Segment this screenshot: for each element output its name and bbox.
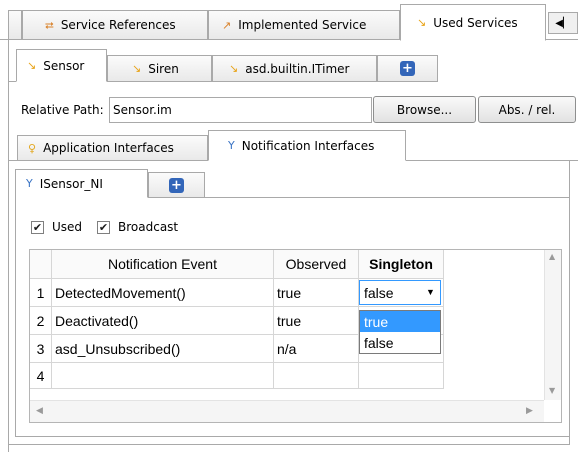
row-number: 4 <box>30 363 52 389</box>
table-cell-event[interactable]: asd_Unsubscribed() <box>52 335 274 363</box>
table-cell-singleton[interactable] <box>359 363 444 389</box>
dropdown-option-false[interactable]: false <box>360 332 440 353</box>
browse-button[interactable]: Browse... <box>373 96 476 123</box>
relative-path-field[interactable]: Sensor.im <box>109 97 372 123</box>
scroll-left-icon[interactable]: ◀ <box>36 406 43 416</box>
used-services-icon: ↘ <box>417 16 427 29</box>
table-cell-observed[interactable]: true <box>274 279 359 307</box>
tab-label: asd.builtin.ITimer <box>245 61 350 76</box>
relative-path-value: Sensor.im <box>113 103 172 117</box>
tab-label: Notification Interfaces <box>241 138 375 153</box>
tab-asd-builtin-itimer[interactable]: ↘ asd.builtin.ITimer <box>212 55 377 82</box>
notification-event-table: Notification Event Observed Singleton 1 … <box>29 249 562 423</box>
row-number-header <box>30 250 52 279</box>
tab-label: Siren <box>148 61 179 76</box>
abs-rel-button-label: Abs. / rel. <box>498 102 556 117</box>
add-icon[interactable]: + <box>400 61 415 76</box>
horizontal-scrollbar[interactable]: ◀ ▶ <box>30 400 544 422</box>
row-number: 3 <box>30 335 52 363</box>
add-icon[interactable]: + <box>169 177 184 193</box>
abs-rel-button[interactable]: Abs. / rel. <box>478 96 576 123</box>
notification-interface-icon: Y <box>228 139 235 152</box>
singleton-dropdown-list: true false <box>359 310 441 354</box>
broadcast-checkbox[interactable]: ✔ Broadcast <box>97 220 178 234</box>
relative-path-label: Relative Path: <box>21 103 104 117</box>
row-number: 2 <box>30 307 52 335</box>
used-checkbox-label: Used <box>52 220 83 234</box>
tab-siren[interactable]: ↘ Siren <box>107 55 212 82</box>
table-cell-observed[interactable] <box>274 363 359 389</box>
browse-button-label: Browse... <box>396 102 453 117</box>
scroll-up-icon[interactable]: ▲ <box>549 252 555 261</box>
tab-notification-interfaces[interactable]: Y Notification Interfaces <box>208 130 406 161</box>
tab-isensor-ni[interactable]: Y ISensor_NI <box>15 169 148 198</box>
singleton-combobox-value: false <box>364 284 394 301</box>
tab-application-interfaces[interactable]: ♀ Application Interfaces <box>17 135 208 161</box>
column-header-singleton[interactable]: Singleton <box>359 250 444 279</box>
tab-label: Used Services <box>433 15 518 30</box>
used-service-icon: ↘ <box>132 62 142 75</box>
dropdown-option-true[interactable]: true <box>360 311 440 332</box>
table-cell-observed[interactable]: n/a <box>274 335 359 363</box>
implemented-service-icon: ↗ <box>222 18 232 32</box>
table-cell-event[interactable]: Deactivated() <box>52 307 274 335</box>
column-header-notification-event[interactable]: Notification Event <box>52 250 274 279</box>
tab-scroll-left-edge[interactable] <box>8 10 22 40</box>
broadcast-checkbox-label: Broadcast <box>118 220 179 234</box>
tab-implemented-service[interactable]: ↗ Implemented Service <box>208 10 400 40</box>
add-used-service-tab[interactable]: + <box>377 55 438 82</box>
tab-label: Application Interfaces <box>43 141 174 155</box>
table-cell-event[interactable]: DetectedMovement() <box>52 279 274 307</box>
notification-interface-icon: Y <box>26 177 33 190</box>
table-cell-observed[interactable]: true <box>274 307 359 335</box>
used-service-icon: ↘ <box>27 59 37 72</box>
tab-sensor[interactable]: ↘ Sensor <box>16 49 107 82</box>
table-cell-event[interactable] <box>52 363 274 389</box>
service-reference-icon: ⮂ <box>45 18 54 32</box>
tab-used-services[interactable]: ↘ Used Services <box>400 4 546 41</box>
application-interface-icon: ♀ <box>28 141 37 155</box>
checkbox-checked-icon[interactable]: ✔ <box>31 220 44 234</box>
column-header-observed[interactable]: Observed <box>274 250 359 279</box>
chevron-down-icon[interactable]: ▼ <box>426 287 435 297</box>
tab-scroll-buttons[interactable]: ◀▏ <box>548 12 578 34</box>
checkbox-checked-icon[interactable]: ✔ <box>97 220 110 234</box>
tab-label: Sensor <box>43 58 85 73</box>
used-service-icon: ↘ <box>229 62 239 75</box>
scroll-down-icon[interactable]: ▼ <box>549 386 555 395</box>
scroll-tabs-left-icon[interactable]: ◀▏ <box>555 18 570 29</box>
tab-label: ISensor_NI <box>39 176 103 191</box>
scroll-right-icon[interactable]: ▶ <box>526 406 533 416</box>
add-notification-interface-tab[interactable]: + <box>148 172 205 198</box>
vertical-scrollbar[interactable]: ▲ ▼ <box>544 250 561 400</box>
row-number: 1 <box>30 279 52 307</box>
tab-service-references[interactable]: ⮂ Service References <box>22 10 208 40</box>
used-checkbox[interactable]: ✔ Used <box>31 220 82 234</box>
tab-label: Service References <box>60 18 176 32</box>
tab-label: Implemented Service <box>238 18 367 32</box>
singleton-combobox[interactable]: false ▼ <box>359 280 441 305</box>
